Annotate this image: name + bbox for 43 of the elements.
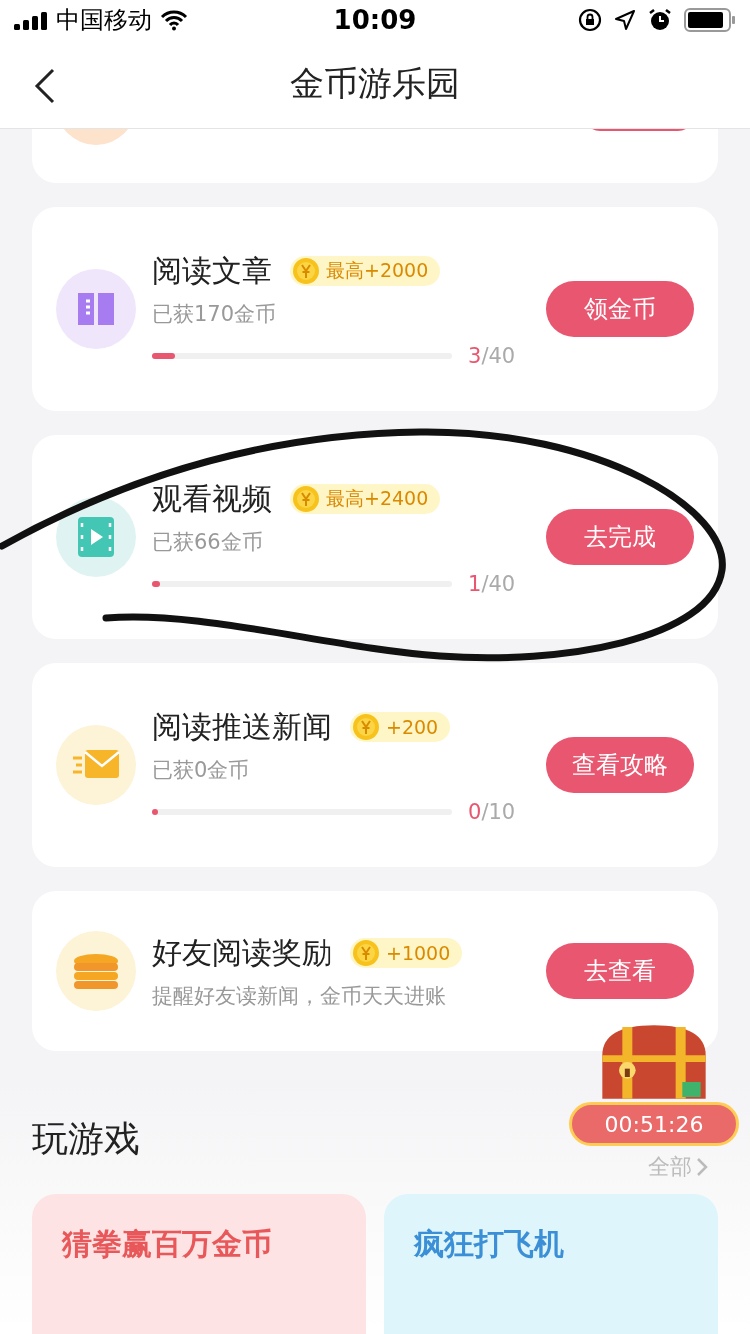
game-card[interactable]: 疯狂打飞机 — [384, 1194, 718, 1334]
back-chevron-icon — [34, 68, 56, 104]
page-title: 金币游乐园 — [290, 62, 460, 105]
task-title: 阅读文章 — [152, 251, 272, 290]
progress-count: 3/40 — [468, 343, 516, 368]
coin-icon — [352, 939, 380, 967]
alarm-clock-icon — [648, 8, 672, 32]
reward-badge: +200 — [350, 712, 451, 742]
task-button[interactable]: 去完成 — [546, 509, 694, 565]
section-title: 玩游戏 — [32, 1117, 140, 1161]
reward-badge: 最高+2400 — [290, 484, 441, 514]
task-button[interactable]: 查看攻略 — [546, 737, 694, 793]
task-subtitle: 已获170金币 — [152, 300, 278, 328]
coin-icon — [292, 257, 320, 285]
task-subtitle: 提醒好友读新闻，金币天天进账 — [152, 982, 447, 1010]
task-subtitle: 已获0金币 — [152, 756, 251, 784]
rotation-lock-icon — [578, 8, 602, 32]
see-all-link[interactable]: 全部 — [648, 1152, 708, 1182]
reward-badge: 最高+2000 — [290, 256, 441, 286]
carrier-name: 中国移动 — [56, 5, 152, 36]
progress-count: 0/10 — [468, 799, 516, 824]
task-title: 阅读推送新闻 — [152, 707, 332, 746]
game-title: 疯狂打飞机 — [414, 1226, 564, 1261]
countdown-timer: 00:51:26 — [569, 1102, 739, 1146]
coin-icon — [292, 485, 320, 513]
signal-icon — [14, 10, 48, 30]
task-button[interactable]: 去查看 — [546, 943, 694, 999]
progress-count: 1/40 — [468, 571, 516, 596]
coin-stack-icon — [71, 951, 121, 991]
game-title: 猜拳赢百万金币 — [62, 1226, 272, 1261]
battery-icon — [684, 8, 736, 32]
task-subtitle: 已获66金币 — [152, 528, 264, 556]
task-title: 观看视频 — [152, 479, 272, 518]
film-icon — [76, 515, 116, 559]
coin-icon — [352, 713, 380, 741]
clock-time: 10:09 — [333, 5, 417, 35]
chevron-right-icon — [696, 1157, 708, 1177]
reward-badge: +1000 — [350, 938, 463, 968]
task-title: 好友阅读奖励 — [152, 933, 332, 972]
game-card[interactable]: 猜拳赢百万金币 — [32, 1194, 366, 1334]
location-arrow-icon — [614, 9, 636, 31]
task-button[interactable]: 领金币 — [546, 281, 694, 337]
wifi-icon — [160, 9, 188, 31]
